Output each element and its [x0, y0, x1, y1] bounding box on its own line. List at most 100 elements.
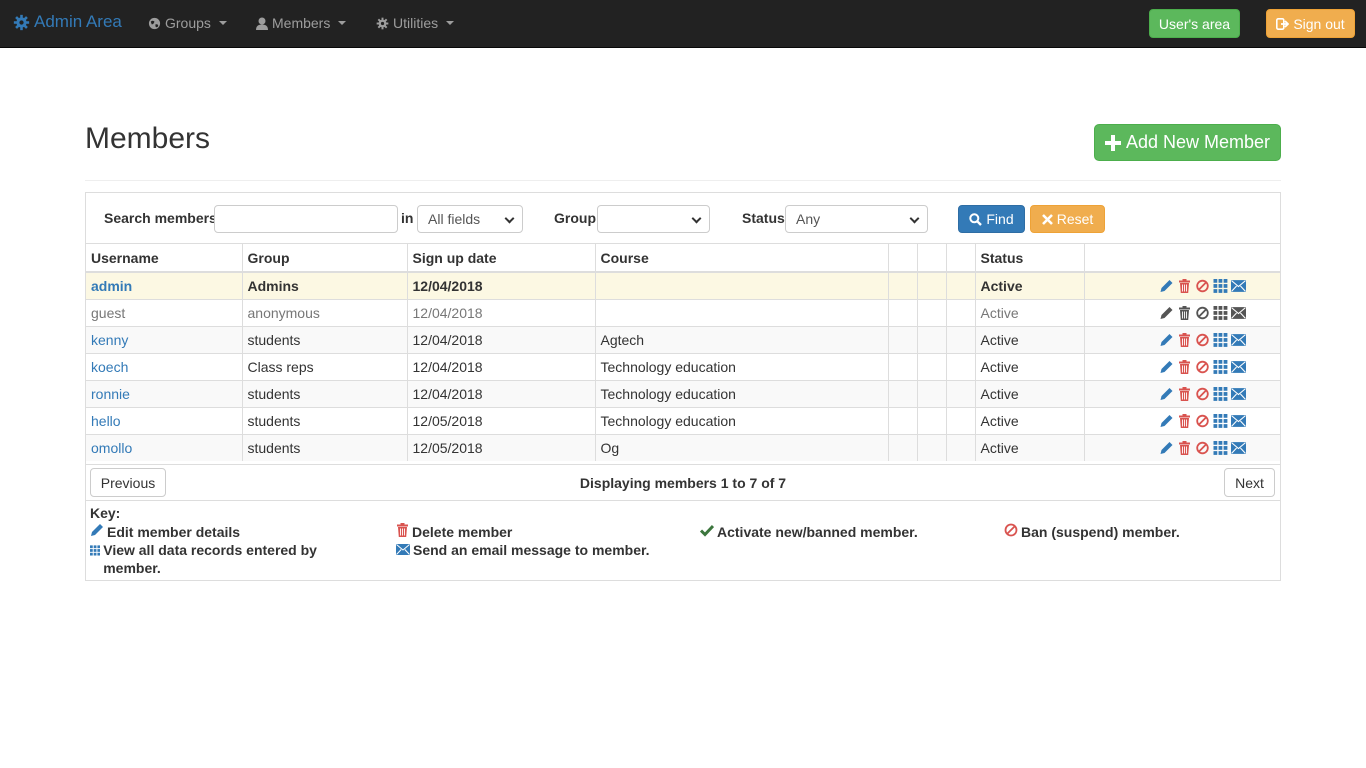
username-link[interactable]: admin: [91, 278, 132, 294]
column-header[interactable]: Status: [975, 244, 1084, 272]
signup-date-cell: 12/05/2018: [407, 407, 595, 434]
username-link[interactable]: guest: [91, 305, 125, 321]
grid-icon[interactable]: [1213, 279, 1228, 293]
username-link[interactable]: ronnie: [91, 386, 130, 402]
username-link[interactable]: kenny: [91, 332, 128, 348]
brand-link[interactable]: Admin Area: [13, 12, 122, 32]
add-new-member-button[interactable]: Add New Member: [1094, 124, 1281, 161]
key-edit-label: Edit member details: [107, 523, 240, 541]
action-icons: [1090, 306, 1276, 320]
key-activate: Activate new/banned member.: [700, 523, 918, 541]
trash-icon[interactable]: [1177, 387, 1192, 401]
key-delete-label: Delete member: [412, 523, 512, 541]
table-row: guestanonymous12/04/2018Active: [86, 299, 1280, 326]
column-header[interactable]: Sign up date: [407, 244, 595, 272]
grid-icon[interactable]: [1213, 414, 1228, 428]
group-select[interactable]: [597, 205, 710, 233]
empty-cell: [888, 272, 917, 299]
column-header[interactable]: Course: [595, 244, 888, 272]
grid-icon[interactable]: [1213, 387, 1228, 401]
course-cell: [595, 272, 888, 299]
grid-icon[interactable]: [1213, 333, 1228, 347]
find-button[interactable]: Find: [958, 205, 1025, 233]
row-actions: [1084, 353, 1280, 380]
envelope-icon[interactable]: [1231, 441, 1246, 455]
group-cell: Admins: [242, 272, 407, 299]
empty-cell: [917, 380, 946, 407]
members-panel: Search members in All fields Group Statu…: [85, 192, 1281, 581]
pencil-icon[interactable]: [1159, 333, 1174, 347]
username-cell[interactable]: ronnie: [86, 380, 242, 407]
username-cell[interactable]: hello: [86, 407, 242, 434]
column-header: [1084, 244, 1280, 272]
ban-icon[interactable]: [1195, 333, 1210, 347]
empty-cell: [917, 353, 946, 380]
ban-icon: [1004, 523, 1018, 537]
field-select[interactable]: All fields: [417, 205, 523, 233]
envelope-icon[interactable]: [1231, 333, 1246, 347]
key-title: Key:: [90, 505, 120, 521]
ban-icon[interactable]: [1195, 306, 1210, 320]
column-header: [917, 244, 946, 272]
envelope-icon[interactable]: [1231, 306, 1246, 320]
trash-icon[interactable]: [1177, 441, 1192, 455]
envelope-icon[interactable]: [1231, 414, 1246, 428]
username-link[interactable]: omollo: [91, 440, 132, 456]
envelope-icon[interactable]: [1231, 387, 1246, 401]
envelope-icon[interactable]: [1231, 279, 1246, 293]
nav-groups-menu[interactable]: Groups: [148, 15, 227, 31]
grid-icon[interactable]: [1213, 306, 1228, 320]
nav-utilities-menu[interactable]: Utilities: [376, 15, 454, 31]
username-cell[interactable]: guest: [86, 299, 242, 326]
trash-icon[interactable]: [1177, 333, 1192, 347]
column-header[interactable]: Username: [86, 244, 242, 272]
course-cell: [595, 299, 888, 326]
grid-icon[interactable]: [1213, 441, 1228, 455]
ban-icon[interactable]: [1195, 441, 1210, 455]
pencil-icon[interactable]: [1159, 360, 1174, 374]
status-label: Status: [742, 210, 785, 226]
pencil-icon[interactable]: [1159, 414, 1174, 428]
cog-icon: [13, 14, 30, 31]
action-icons: [1090, 441, 1276, 455]
trash-icon[interactable]: [1177, 360, 1192, 374]
search-input[interactable]: [214, 205, 398, 233]
username-cell[interactable]: admin: [86, 272, 242, 299]
nav-members-menu[interactable]: Members: [256, 15, 346, 31]
empty-cell: [888, 299, 917, 326]
grid-icon: [90, 544, 100, 557]
ban-icon[interactable]: [1195, 387, 1210, 401]
username-cell[interactable]: omollo: [86, 434, 242, 461]
ban-icon[interactable]: [1195, 360, 1210, 374]
group-cell: students: [242, 380, 407, 407]
pencil-icon[interactable]: [1159, 441, 1174, 455]
reset-button[interactable]: Reset: [1030, 205, 1105, 233]
grid-icon[interactable]: [1213, 360, 1228, 374]
users-area-button[interactable]: User's area: [1149, 9, 1240, 38]
pencil-icon[interactable]: [1159, 279, 1174, 293]
table-row: omollostudents12/05/2018OgActive: [86, 434, 1280, 461]
username-link[interactable]: koech: [91, 359, 128, 375]
trash-icon[interactable]: [1177, 414, 1192, 428]
members-table: Username Group Sign up date Course Statu…: [86, 244, 1280, 461]
next-button[interactable]: Next: [1224, 468, 1275, 497]
action-icons: [1090, 387, 1276, 401]
add-new-member-label: Add New Member: [1126, 132, 1270, 153]
caret-down-icon: [219, 21, 227, 25]
column-header[interactable]: Group: [242, 244, 407, 272]
trash-icon[interactable]: [1177, 306, 1192, 320]
username-link[interactable]: hello: [91, 413, 121, 429]
group-cell: students: [242, 326, 407, 353]
username-cell[interactable]: koech: [86, 353, 242, 380]
username-cell[interactable]: kenny: [86, 326, 242, 353]
pencil-icon[interactable]: [1159, 306, 1174, 320]
status-cell: Active: [975, 326, 1084, 353]
sign-out-button[interactable]: Sign out: [1266, 9, 1355, 38]
pencil-icon[interactable]: [1159, 387, 1174, 401]
trash-icon[interactable]: [1177, 279, 1192, 293]
envelope-icon[interactable]: [1231, 360, 1246, 374]
ban-icon[interactable]: [1195, 279, 1210, 293]
status-select[interactable]: Any: [785, 205, 928, 233]
ban-icon[interactable]: [1195, 414, 1210, 428]
pencil-icon: [90, 523, 104, 537]
